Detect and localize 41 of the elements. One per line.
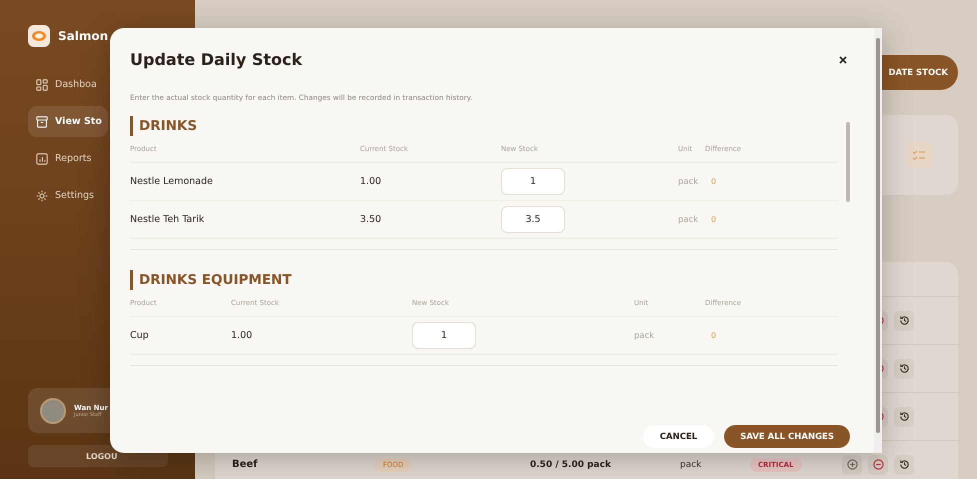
- current-stock: 1.00: [360, 175, 382, 189]
- new-stock-field[interactable]: 3.5: [501, 206, 565, 233]
- grid-icon: [36, 78, 48, 90]
- difference-value: 0: [710, 176, 718, 188]
- nav-item[interactable]: Dashboa: [28, 69, 108, 100]
- cancel-button[interactable]: CANCEL: [642, 425, 714, 448]
- unit-cell-text: pack: [678, 214, 700, 226]
- checklist-icon: [906, 142, 932, 168]
- difference-value: 0: [710, 330, 718, 342]
- product-name: Nestle Teh Tarik: [130, 213, 206, 227]
- dialog-title: Update Daily Stock: [130, 50, 302, 69]
- brand-name: Salmon: [58, 29, 108, 43]
- archive-icon: [36, 116, 48, 128]
- save-button[interactable]: SAVE ALL CHANGES: [724, 425, 850, 448]
- section-heading: DRINKS EQUIPMENT: [130, 270, 838, 290]
- nav-item[interactable]: Settings: [28, 180, 108, 211]
- product-name: Cup: [130, 329, 150, 343]
- current-stock: 3.50: [360, 213, 382, 227]
- logo-icon: [28, 25, 50, 47]
- unit-cell-text: pack: [680, 460, 702, 470]
- nav-item[interactable]: View Sto: [28, 106, 108, 137]
- unit-cell-text: pack: [634, 330, 656, 342]
- nav-item[interactable]: Reports: [28, 143, 108, 174]
- section-heading: DRINKS: [130, 116, 838, 136]
- minus-icon[interactable]: [868, 454, 888, 474]
- difference-value: 0: [710, 214, 718, 226]
- history-icon[interactable]: [894, 406, 914, 426]
- product-name: Beef: [232, 459, 259, 470]
- history-icon[interactable]: [894, 358, 914, 378]
- history-icon[interactable]: [894, 310, 914, 330]
- new-stock-field[interactable]: 1: [501, 168, 565, 195]
- current-stock: 1.00: [231, 329, 254, 343]
- history-icon[interactable]: [894, 454, 914, 474]
- avatar: [40, 398, 66, 424]
- unit-cell-text: pack: [678, 176, 700, 188]
- chart-icon: [36, 152, 48, 164]
- product-name: Nestle Lemonade: [130, 175, 214, 189]
- new-stock-field[interactable]: 1: [412, 322, 476, 349]
- plus-icon[interactable]: [842, 454, 862, 474]
- stock-level: 0.50 / 5.00 pack: [530, 460, 612, 470]
- scrollbar[interactable]: [874, 28, 882, 453]
